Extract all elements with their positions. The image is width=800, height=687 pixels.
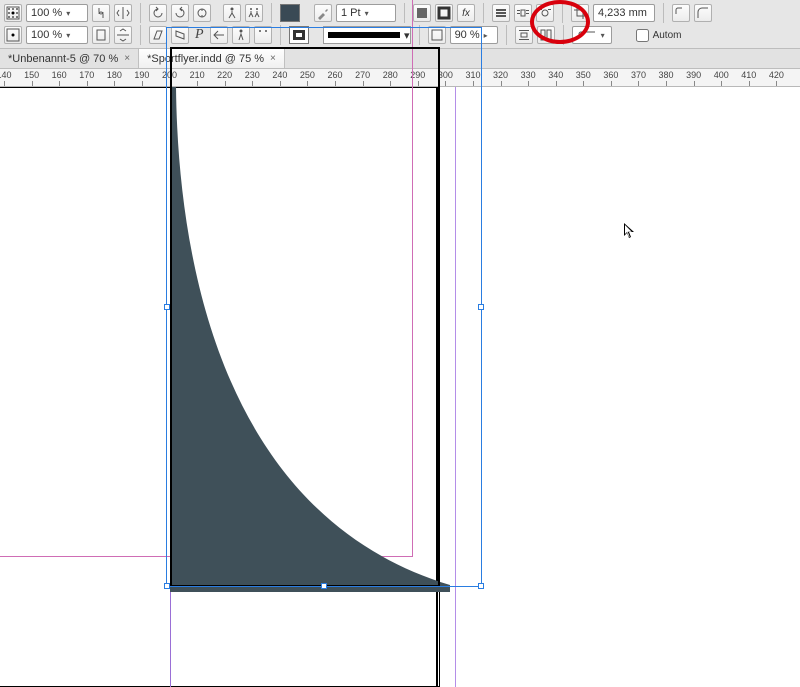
separator xyxy=(563,25,564,45)
ruler-tick-label: 370 xyxy=(631,70,646,80)
mouse-cursor-icon xyxy=(624,223,636,241)
text-wrap-bounding-icon[interactable] xyxy=(514,4,532,22)
ruler-tick: 330 xyxy=(518,69,538,87)
ruler-tick: 410 xyxy=(739,69,759,87)
corner-shape-field[interactable]: ▾ xyxy=(572,26,612,44)
ruler-tick-label: 320 xyxy=(493,70,508,80)
separator xyxy=(663,3,664,23)
separator xyxy=(483,3,484,23)
corner-radius-icon[interactable] xyxy=(694,4,712,22)
chevron-down-icon: ▸ xyxy=(484,31,488,40)
selection-handle[interactable] xyxy=(478,583,484,589)
corner-options-icon[interactable] xyxy=(672,4,690,22)
dimension-field[interactable]: 4,233 mm xyxy=(593,4,655,22)
ruler-tick: 360 xyxy=(601,69,621,87)
fx-icon[interactable]: fx xyxy=(457,4,475,22)
ruler-tick: 380 xyxy=(656,69,676,87)
text-wrap-column-icon[interactable] xyxy=(537,26,555,44)
selection-handle[interactable] xyxy=(164,583,170,589)
selection-handle[interactable] xyxy=(321,583,327,589)
ruler-tick: 420 xyxy=(766,69,786,87)
ruler-tick: 390 xyxy=(684,69,704,87)
document-canvas[interactable] xyxy=(0,87,800,687)
ruler-tick: 350 xyxy=(573,69,593,87)
ruler-tick-label: 380 xyxy=(659,70,674,80)
separator xyxy=(562,3,563,23)
chevron-down-icon: ▾ xyxy=(601,31,605,40)
ruler-tick: 370 xyxy=(628,69,648,87)
ruler-tick-label: 350 xyxy=(576,70,591,80)
separator xyxy=(506,25,507,45)
selection-handle[interactable] xyxy=(478,304,484,310)
ruler-tick: 400 xyxy=(711,69,731,87)
ruler-tick-label: 340 xyxy=(548,70,563,80)
selection-handle[interactable] xyxy=(164,304,170,310)
ruler-tick: 340 xyxy=(546,69,566,87)
effects-stroke-icon[interactable] xyxy=(435,4,453,22)
autofit-input[interactable] xyxy=(636,29,649,42)
autofit-checkbox[interactable]: Autom xyxy=(636,29,682,42)
ruler-tick-label: 400 xyxy=(714,70,729,80)
effects-fill-icon[interactable] xyxy=(413,4,431,22)
dimension-value: 4,233 mm xyxy=(598,7,647,19)
autofit-label: Autom xyxy=(651,30,682,41)
fx-label: fx xyxy=(462,8,470,19)
corner-shape-icon xyxy=(577,30,597,40)
ruler-tick: 320 xyxy=(491,69,511,87)
ruler-tick-label: 360 xyxy=(603,70,618,80)
ruler-tick-label: 420 xyxy=(769,70,784,80)
text-wrap-shape-icon[interactable] xyxy=(536,4,554,22)
crop-icon[interactable] xyxy=(571,4,589,22)
text-wrap-jump-icon[interactable] xyxy=(515,26,533,44)
text-wrap-none-icon[interactable] xyxy=(492,4,510,22)
ruler-tick-label: 390 xyxy=(686,70,701,80)
selection-box xyxy=(166,27,482,587)
ruler-tick-label: 330 xyxy=(521,70,536,80)
ruler-tick-label: 410 xyxy=(741,70,756,80)
